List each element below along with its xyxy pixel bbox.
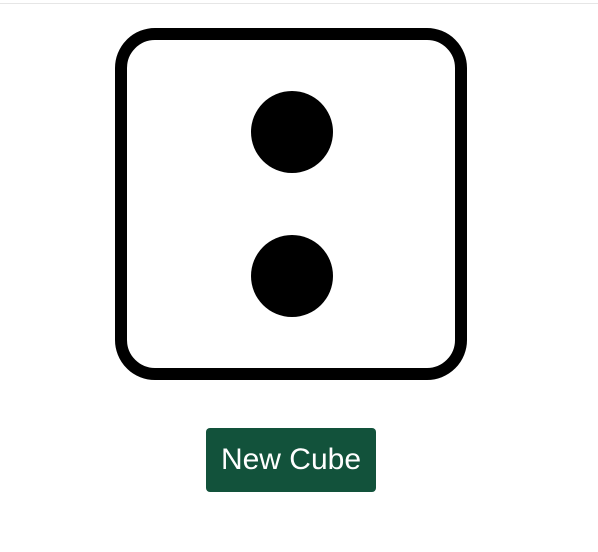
new-cube-button[interactable]: New Cube [206, 428, 376, 492]
die-face-two-icon [115, 28, 467, 380]
dice-app: New Cube [0, 0, 598, 552]
pip-dot [251, 91, 333, 173]
pip-dot [251, 235, 333, 317]
